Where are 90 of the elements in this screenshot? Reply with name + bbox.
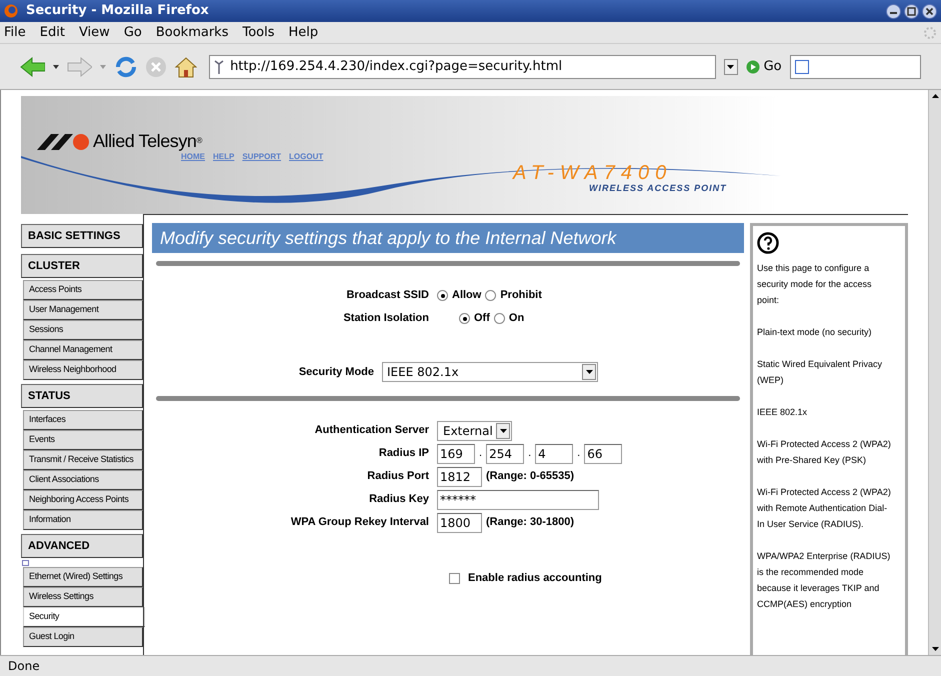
back-arrow-icon[interactable] [20,56,46,78]
radio-button[interactable] [485,290,496,301]
sidebar-heading[interactable]: CLUSTER [21,254,143,278]
field-label: Broadcast SSID [345,288,430,304]
menu-item[interactable]: Help [288,22,318,42]
radio-button[interactable] [437,290,448,301]
radio-label: Allow [452,288,482,304]
search-field[interactable] [790,54,921,78]
sidebar-item[interactable]: Channel Management [23,340,143,360]
registered-mark: ® [196,136,202,145]
radio-label: On [508,311,524,326]
sidebar-item[interactable]: Guest Login [23,627,143,647]
menu-item[interactable]: View [78,22,110,42]
help-text: IEEE 802.1x [757,406,808,419]
text-field[interactable]: 169 [437,444,475,464]
menu-item[interactable]: Tools [242,22,275,42]
field-label: Radius IP [378,446,430,462]
sidebar-item[interactable]: Sessions [23,320,143,340]
radio-button[interactable] [459,313,470,324]
sidebar-item[interactable]: Interfaces [23,410,143,430]
help-text: Wi-Fi Protected Access 2 (WPA2) with Remote Authentication Dial-In User Service (RADIUS). [757,486,892,531]
sidebar-heading[interactable]: STATUS [21,384,143,408]
status-text: Done [8,658,40,675]
security-mode-dropdown[interactable]: IEEE 802.1x [382,362,598,382]
ip-separator: . [577,446,580,462]
radio-button[interactable] [494,313,505,324]
close-icon[interactable] [922,4,937,18]
maximize-icon[interactable] [904,4,919,18]
sidebar-item[interactable]: Security [23,607,145,627]
help-text: Plain-text mode (no security) [757,326,873,339]
sidebar-item[interactable]: Wireless Neighborhood [23,360,143,380]
text-field[interactable]: 1812 [437,466,482,486]
product-subtitle: WIRELESS ACCESS POINT [589,182,727,195]
text-field[interactable]: 4 [535,444,574,464]
menu-item[interactable]: Go [124,22,142,42]
window-title: Security - Mozilla Firefox [26,2,209,20]
text-field[interactable]: 254 [486,444,524,464]
text-field[interactable]: ****** [437,490,599,510]
brand-name: Allied Telesyn$^{®}$ [93,130,202,153]
sidebar-heading[interactable]: ADVANCED [21,534,143,558]
go-button[interactable]: Go [746,56,782,76]
text-field[interactable]: 66 [584,444,622,464]
sidebar-item[interactable]: Transmit / Receive Statistics [23,450,143,470]
help-icon [757,232,779,254]
search-engine-icon [794,60,809,74]
text-field[interactable]: 1800 [437,512,482,532]
ip-separator: . [528,446,532,462]
url-text: http://169.254.4.230/index.cgi?page=security.html [230,58,562,76]
range-hint: (Range: 0-65535) [486,469,574,484]
logo-icon [37,134,89,150]
reload-icon[interactable] [114,54,137,78]
menu-item[interactable]: File [4,22,26,42]
help-text: Use this page to configure a security mode for the access point: [757,262,873,307]
sidebar-heading[interactable]: BASIC SETTINGS [21,224,143,248]
field-label: Station Isolation [342,311,430,326]
help-text: WPA/WPA2 Enterprise (RADIUS) is the recommended mode because it leverages TKIP and CCMP(AES) encryption [757,550,892,611]
sidebar-item[interactable]: Information [23,510,143,530]
sidebar-item[interactable]: Neighboring Access Points [23,490,143,510]
antenna-icon [214,60,224,74]
sidebar-item[interactable]: Client Associations [23,470,143,490]
radio-label: Off [474,311,490,326]
firefox-icon [4,4,18,18]
minimize-icon[interactable] [886,4,901,18]
sidebar-item[interactable]: Wireless Settings [23,587,143,607]
throbber-icon [923,26,937,40]
sidebar-item[interactable]: Access Points [23,280,143,300]
menu-item[interactable]: Edit [40,22,65,42]
checkbox[interactable] [449,572,460,584]
go-icon [746,60,760,74]
help-text: Wi-Fi Protected Access 2 (WPA2) with Pre-Shared Key (PSK) [757,438,892,467]
menu-item[interactable]: Bookmarks [156,22,228,42]
home-icon[interactable] [174,56,198,78]
checkbox-label: Enable radius accounting [468,571,602,586]
field-label: WPA Group Rekey Interval [290,515,430,530]
sidebar-item[interactable]: User Management [23,300,143,320]
sidebar-item[interactable]: Events [23,430,143,450]
field-label: Radius Key [368,492,430,508]
address-field[interactable]: http://169.254.4.230/index.cgi?page=security.html [209,54,716,78]
radio-label: Prohibit [500,288,542,304]
range-hint: (Range: 30-1800) [486,515,574,530]
dropdown-arrow-icon[interactable] [53,64,59,68]
page-heading: Modify security settings that apply to the Internal Network [152,223,744,253]
field-label: Security Mode [298,364,375,380]
field-label: Authentication Server [314,423,430,438]
field-label: Radius Port [366,469,430,484]
help-text: Static Wired Equivalent Privacy (WEP) [757,358,884,387]
auth-server-dropdown[interactable]: External [437,420,512,440]
ip-separator: . [479,446,482,462]
sidebar-item[interactable]: Ethernet (Wired) Settings [23,567,143,587]
collapse-icon[interactable] [22,560,29,566]
